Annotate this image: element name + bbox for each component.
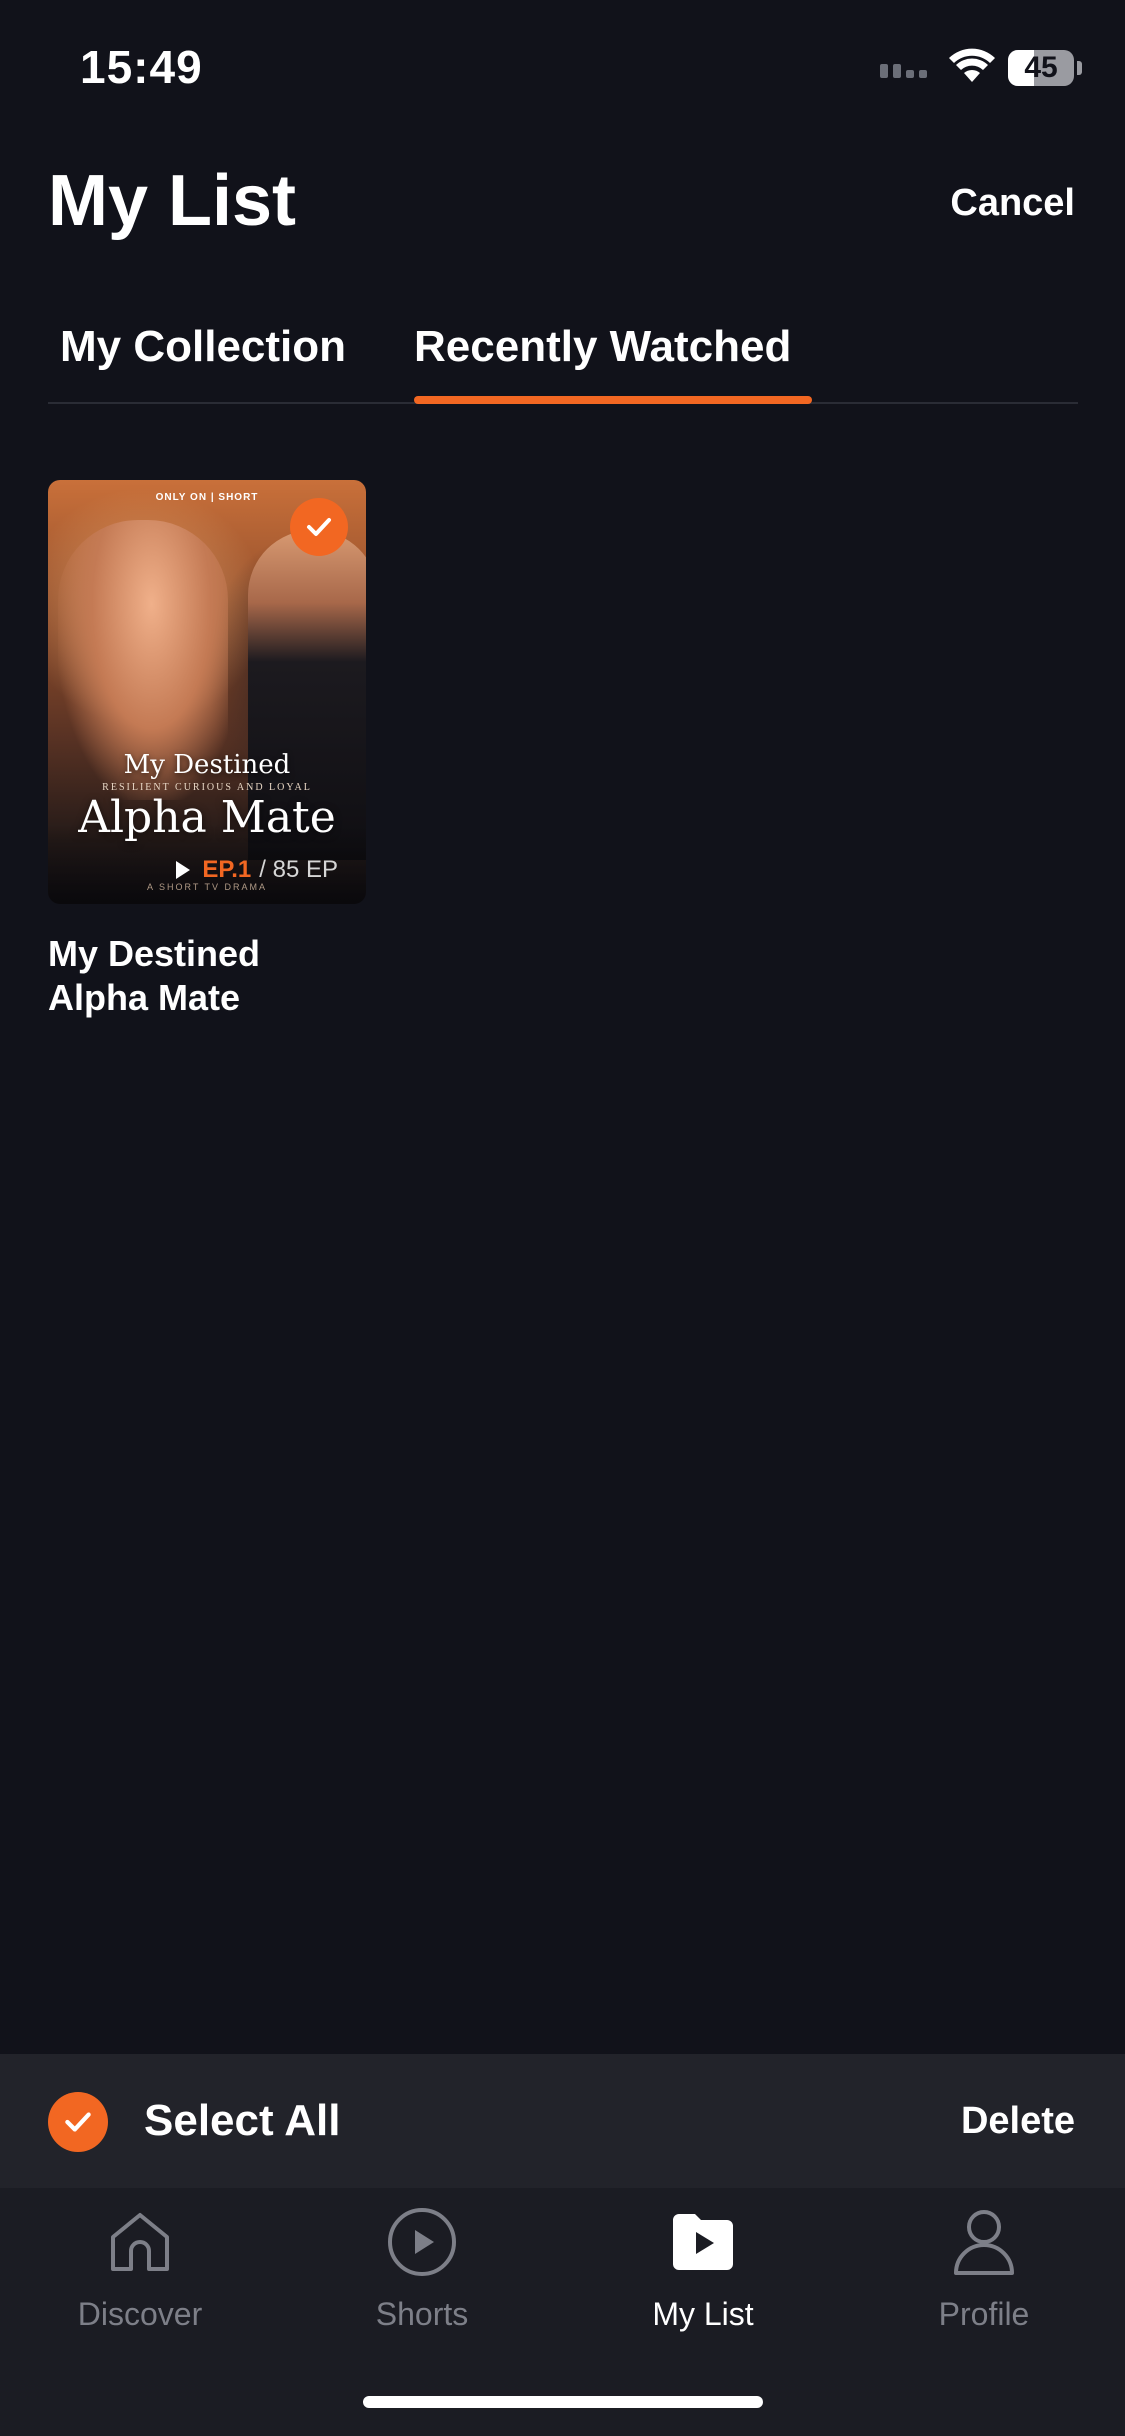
select-all-button[interactable]: Select All bbox=[144, 2096, 340, 2146]
play-icon bbox=[176, 861, 191, 879]
poster-title-line1: My Destined bbox=[123, 750, 291, 780]
edit-action-bar: Select All Delete bbox=[0, 2054, 1125, 2188]
person-icon bbox=[944, 2202, 1024, 2282]
status-bar: 15:49 45 bbox=[0, 0, 1125, 140]
active-tab-indicator bbox=[414, 396, 812, 404]
cancel-button[interactable]: Cancel bbox=[950, 182, 1075, 225]
nav-my-list[interactable]: My List bbox=[603, 2202, 803, 2333]
drama-poster[interactable]: ONLY ON | SHORT My Destined RESILIENT CU… bbox=[48, 480, 366, 904]
episode-current: EP.1 bbox=[202, 856, 252, 883]
tab-bar: My Collection Recently Watched bbox=[48, 318, 1078, 404]
episode-total: / 85 EP bbox=[259, 856, 338, 883]
drama-card[interactable]: ONLY ON | SHORT My Destined RESILIENT CU… bbox=[48, 480, 366, 1020]
nav-discover-label: Discover bbox=[77, 2296, 203, 2332]
battery-icon: 45 bbox=[1008, 50, 1074, 86]
nav-profile[interactable]: Profile bbox=[884, 2202, 1084, 2333]
selected-check-icon[interactable] bbox=[290, 498, 348, 556]
folder-play-icon bbox=[663, 2202, 743, 2282]
status-time: 15:49 bbox=[80, 41, 203, 93]
battery-level: 45 bbox=[1024, 51, 1058, 84]
nav-my-list-label: My List bbox=[652, 2296, 754, 2332]
my-list-screen: 15:49 45 My List Cancel My Collection Re… bbox=[0, 0, 1125, 2436]
play-circle-icon bbox=[382, 2202, 462, 2282]
tab-my-collection[interactable]: My Collection bbox=[60, 322, 346, 372]
tab-recently-watched[interactable]: Recently Watched bbox=[414, 322, 791, 372]
select-all-check-icon[interactable] bbox=[48, 2092, 108, 2152]
home-icon bbox=[100, 2202, 180, 2282]
nav-shorts-label: Shorts bbox=[375, 2296, 469, 2332]
poster-title-line2: Alpha Mate bbox=[78, 792, 336, 843]
wifi-icon bbox=[949, 48, 995, 82]
episode-progress: EP.1 / 85 EP bbox=[176, 856, 338, 884]
cellular-signal-icon bbox=[880, 64, 927, 78]
nav-shorts[interactable]: Shorts bbox=[322, 2202, 522, 2333]
page-title: My List bbox=[48, 161, 297, 241]
home-indicator[interactable] bbox=[363, 2396, 763, 2408]
drama-title[interactable]: My Destined Alpha Mate bbox=[48, 932, 348, 1020]
delete-button[interactable]: Delete bbox=[961, 2100, 1075, 2143]
nav-discover[interactable]: Discover bbox=[40, 2202, 240, 2333]
nav-profile-label: Profile bbox=[938, 2296, 1030, 2332]
